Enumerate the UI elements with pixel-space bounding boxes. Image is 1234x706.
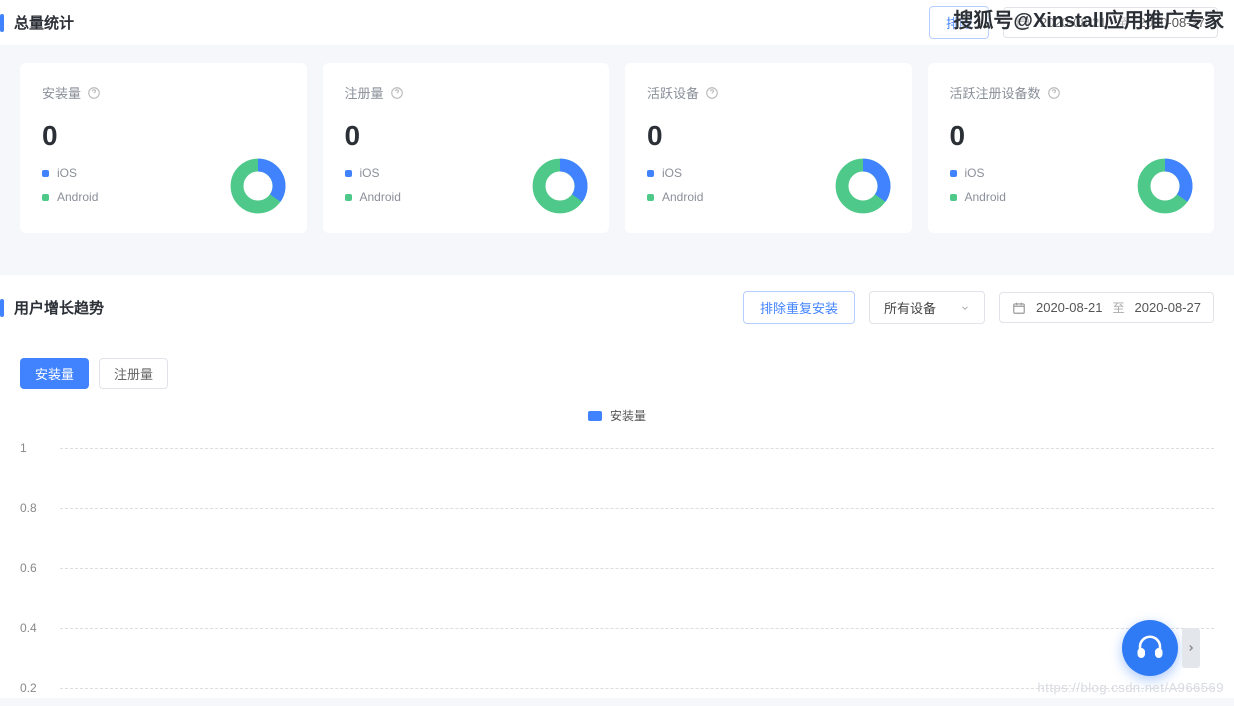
- card-title: 安装量: [42, 83, 81, 102]
- exclude-repeat-button[interactable]: 排除重复安装: [743, 291, 855, 324]
- stat-card-register: 注册量 0 iOS Android: [323, 63, 610, 233]
- watermark-bottom: https://blog.csdn.net/A966569: [1037, 680, 1224, 695]
- dot-android: [647, 194, 654, 201]
- help-icon[interactable]: [390, 86, 404, 100]
- donut-chart-icon: [229, 157, 287, 215]
- date-range-trend[interactable]: 2020-08-21 至 2020-08-27: [999, 292, 1214, 323]
- tab-register[interactable]: 注册量: [99, 358, 168, 389]
- side-expand-button[interactable]: [1182, 628, 1200, 668]
- accent-bar: [0, 299, 4, 317]
- dot-ios: [647, 170, 654, 177]
- dot-ios: [950, 170, 957, 177]
- card-title: 活跃注册设备数: [950, 83, 1041, 102]
- stat-card-install: 安装量 0 iOS Android: [20, 63, 307, 233]
- card-value: 0: [950, 120, 1193, 152]
- ytick: 0.4: [20, 621, 37, 635]
- device-select[interactable]: 所有设备: [869, 291, 985, 324]
- help-icon[interactable]: [1047, 86, 1061, 100]
- ytick: 0.8: [20, 501, 37, 515]
- calendar-icon: [1012, 301, 1026, 315]
- donut-chart-icon: [531, 157, 589, 215]
- chevron-right-icon: [1186, 642, 1196, 654]
- support-chat-button[interactable]: [1122, 620, 1178, 676]
- ytick: 0.6: [20, 561, 37, 575]
- tab-install[interactable]: 安装量: [20, 358, 89, 389]
- dot-ios: [42, 170, 49, 177]
- card-title: 活跃设备: [647, 83, 699, 102]
- date-sep: 至: [1112, 299, 1124, 316]
- date-start: 2020-08-21: [1036, 300, 1103, 315]
- headset-icon: [1135, 633, 1165, 663]
- chart-legend-label: 安装量: [610, 407, 646, 424]
- watermark-top: 搜狐号@Xinstall应用推广专家: [953, 4, 1224, 33]
- device-select-label: 所有设备: [884, 298, 936, 317]
- card-value: 0: [647, 120, 890, 152]
- ytick: 1: [20, 441, 27, 455]
- card-title: 注册量: [345, 83, 384, 102]
- stat-card-active-registered: 活跃注册设备数 0 iOS Android: [928, 63, 1215, 233]
- donut-chart-icon: [1136, 157, 1194, 215]
- help-icon[interactable]: [705, 86, 719, 100]
- dot-android: [42, 194, 49, 201]
- chart-plot: 1 0.8 0.6 0.4 0.2: [50, 448, 1214, 688]
- trend-header: 用户增长趋势 排除重复安装 所有设备 2020-08-21 至 2020-08-…: [0, 275, 1234, 340]
- chevron-down-icon: [960, 303, 970, 313]
- dot-android: [345, 194, 352, 201]
- total-stats-title: 总量统计: [14, 12, 74, 33]
- stat-cards-row: 安装量 0 iOS Android 注册量 0 iOS Android 活跃设备…: [0, 45, 1234, 257]
- stat-card-active-device: 活跃设备 0 iOS Android: [625, 63, 912, 233]
- accent-bar: [0, 14, 4, 32]
- card-value: 0: [42, 120, 285, 152]
- dot-ios: [345, 170, 352, 177]
- legend-square-icon: [588, 411, 602, 421]
- chart-tabs: 安装量 注册量: [0, 340, 1234, 389]
- chart-legend: 安装量: [20, 407, 1214, 424]
- chart-area: 安装量 1 0.8 0.6 0.4 0.2: [0, 389, 1234, 698]
- ytick: 0.2: [20, 681, 37, 695]
- help-icon[interactable]: [87, 86, 101, 100]
- donut-chart-icon: [834, 157, 892, 215]
- trend-title: 用户增长趋势: [14, 297, 104, 318]
- date-end: 2020-08-27: [1135, 300, 1202, 315]
- card-value: 0: [345, 120, 588, 152]
- dot-android: [950, 194, 957, 201]
- section-gap: [0, 257, 1234, 275]
